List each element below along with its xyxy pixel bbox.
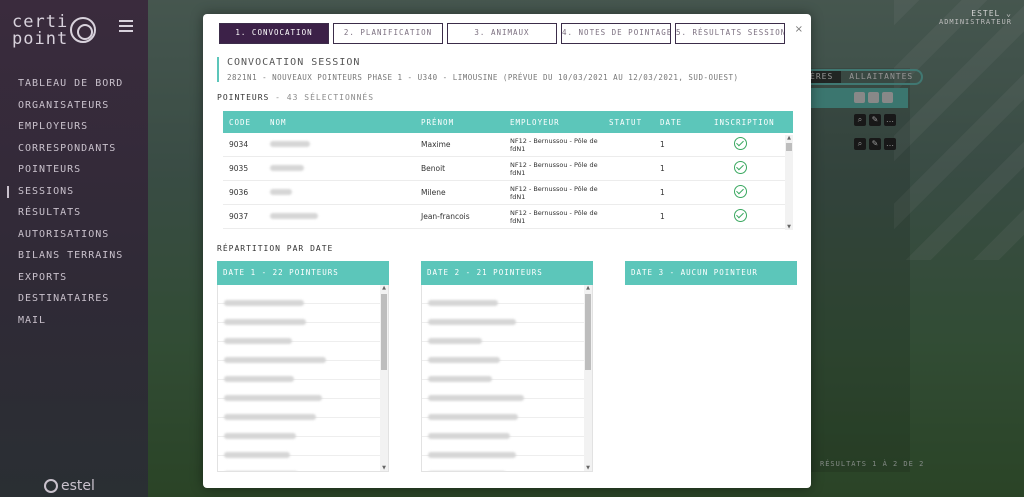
sidebar-item-2[interactable]: EMPLOYEURS — [0, 116, 148, 138]
date-1-header: DATE 1 - 22 POINTEURS — [217, 261, 389, 285]
cell-inscription — [714, 209, 784, 224]
list-item[interactable] — [218, 285, 388, 306]
date-2-count: - 21 POINTEURS — [460, 268, 543, 277]
cell-code: 9037 — [229, 212, 249, 221]
close-icon[interactable]: × — [795, 24, 803, 35]
sidebar-item-10[interactable]: DESTINATAIRES — [0, 288, 148, 310]
pointeurs-label: POINTEURS — [217, 93, 270, 102]
cell-code: 9035 — [229, 164, 249, 173]
sidebar-item-5[interactable]: SESSIONS — [0, 181, 148, 203]
sidebar-nav: TABLEAU DE BORD ORGANISATEURS EMPLOYEURS CO… — [0, 73, 148, 331]
date-2-panel: DATE 2 - 21 POINTEURS ▲ ▼ — [421, 261, 593, 472]
column-header[interactable]: STATUT — [609, 118, 660, 127]
session-header: CONVOCATION SESSION 2821N1 - NOUVEAUX PO… — [217, 57, 739, 82]
column-header[interactable]: NOM — [270, 118, 421, 127]
check-circle-icon[interactable] — [734, 137, 747, 150]
cell-nom-redacted — [270, 164, 421, 173]
sidebar-item-1[interactable]: ORGANISATEURS — [0, 95, 148, 117]
check-circle-icon[interactable] — [734, 185, 747, 198]
cell-nom-redacted — [270, 212, 421, 221]
cell-prenom: Jean-francois — [421, 212, 470, 221]
user-name[interactable]: ESTEL ⌄ — [939, 9, 1012, 18]
sidebar-item-6[interactable]: RÉSULTATS — [0, 202, 148, 224]
cell-date: 1 — [660, 212, 665, 221]
repartition-heading: RÉPARTITION PAR DATE — [217, 244, 334, 253]
check-circle-icon[interactable] — [734, 161, 747, 174]
user-role: ADMINISTRATEUR — [938, 18, 1012, 26]
cell-prenom: Maxime — [421, 140, 451, 149]
cell-date: 1 — [660, 164, 665, 173]
cell-employeur: NF12 - Bernussou - Pôle de fdN1 — [510, 136, 598, 153]
step-3-button[interactable]: 3. ANIMAUX — [447, 23, 557, 44]
table-row[interactable]: 9037 Jean-francois NF12 - Bernussou - Pôle… — [223, 205, 793, 229]
certipoint-logo[interactable]: certi point — [12, 14, 96, 50]
table-body: 9034 Maxime NF12 - Bernussou - Pôle de fdN… — [223, 133, 793, 229]
estel-brand: estel — [61, 478, 95, 494]
date-3-panel: DATE 3 - AUCUN POINTEUR — [625, 261, 797, 285]
column-header[interactable]: PRÉNOM — [421, 118, 510, 127]
cell-inscription — [714, 161, 784, 176]
cell-code: 9034 — [229, 140, 249, 149]
column-header[interactable]: EMPLOYEUR — [510, 118, 609, 127]
convocation-modal: × 1. CONVOCATION 2. PLANIFICATION 3. ANIMA… — [203, 14, 811, 488]
list-item[interactable] — [422, 285, 592, 306]
column-header[interactable]: CODE — [223, 118, 270, 127]
table-row[interactable]: 9035 Benoit NF12 - Bernussou - Pôle de fdN… — [223, 157, 793, 181]
table-row[interactable]: 9036 Milene NF12 - Bernussou - Pôle de fdN… — [223, 181, 793, 205]
table-row[interactable]: 9034 Maxime NF12 - Bernussou - Pôle de fdN… — [223, 133, 793, 157]
sidebar-item-11[interactable]: MAIL — [0, 310, 148, 332]
cell-prenom: Milene — [421, 188, 446, 197]
user-menu[interactable]: ESTEL ⌄ ADMINISTRATEUR — [939, 9, 1012, 26]
sidebar-item-0[interactable]: TABLEAU DE BORD — [0, 73, 148, 95]
check-circle-icon[interactable] — [734, 209, 747, 222]
estel-icon — [44, 479, 58, 493]
sidebar-item-3[interactable]: CORRESPONDANTS — [0, 138, 148, 160]
cell-nom-redacted — [270, 188, 421, 197]
date-2-scrollbar[interactable]: ▲ ▼ — [584, 285, 592, 471]
cell-employeur: NF12 - Bernussou - Pôle de fdN1 — [510, 160, 598, 177]
date-1-title: DATE 1 — [223, 268, 257, 277]
wizard-steps: 1. CONVOCATION 2. PLANIFICATION 3. ANIMAUX… — [219, 23, 785, 44]
step-5-button[interactable]: 5. RÉSULTATS SESSION — [675, 23, 785, 44]
date-3-title: DATE 3 — [631, 268, 665, 277]
cell-date: 1 — [660, 188, 665, 197]
step-2-button[interactable]: 2. PLANIFICATION — [333, 23, 443, 44]
modal-title: CONVOCATION SESSION — [227, 57, 361, 68]
sidebar-item-8[interactable]: BILANS TERRAINS — [0, 245, 148, 267]
sidebar-item-4[interactable]: POINTEURS — [0, 159, 148, 181]
step-4-button[interactable]: 4. NOTES DE POINTAGE — [561, 23, 671, 44]
cell-prenom: Benoit — [421, 164, 446, 173]
sidebar-item-9[interactable]: EXPORTS — [0, 267, 148, 289]
date-2-title: DATE 2 — [427, 268, 461, 277]
date-1-count: - 22 POINTEURS — [256, 268, 339, 277]
cell-nom-redacted — [270, 140, 421, 149]
sidebar-item-7[interactable]: AUTORISATIONS — [0, 224, 148, 246]
cell-inscription — [714, 185, 784, 200]
date-3-count: - AUCUN POINTEUR — [664, 268, 758, 277]
date-2-header: DATE 2 - 21 POINTEURS — [421, 261, 593, 285]
pointeurs-heading: POINTEURS - 43 SÉLECTIONNÉS — [217, 93, 374, 102]
column-header[interactable]: INSCRIPTION — [714, 118, 784, 127]
date-1-scrollbar[interactable]: ▲ ▼ — [380, 285, 388, 471]
step-1-button[interactable]: 1. CONVOCATION — [219, 23, 329, 44]
date-1-panel: DATE 1 - 22 POINTEURS ▲ ▼ — [217, 261, 389, 472]
table-header: CODE NOM PRÉNOM EMPLOYEUR STATUT DATE INSCRIPT… — [223, 111, 793, 133]
cell-employeur: NF12 - Bernussou - Pôle de fdN1 — [510, 208, 598, 225]
pointeurs-table: CODE NOM PRÉNOM EMPLOYEUR STATUT DATE INSCRIPT… — [223, 111, 793, 230]
menu-icon[interactable] — [119, 20, 133, 32]
cell-code: 9036 — [229, 188, 249, 197]
table-scrollbar[interactable]: ▲ ▼ — [785, 135, 793, 230]
cell-inscription — [714, 137, 784, 152]
date-3-header: DATE 3 - AUCUN POINTEUR — [625, 261, 797, 285]
pointeurs-count: - 43 SÉLECTIONNÉS — [269, 93, 375, 102]
cell-date: 1 — [660, 140, 665, 149]
cell-employeur: NF12 - Bernussou - Pôle de fdN1 — [510, 184, 598, 201]
date-2-list: ▲ ▼ — [421, 285, 593, 472]
logo-ring-icon — [70, 17, 96, 43]
sidebar: certi point TABLEAU DE BORD ORGANISATEURS… — [0, 0, 148, 497]
session-subtitle: 2821N1 - NOUVEAUX POINTEURS PHASE 1 - U3… — [227, 73, 739, 82]
date-1-list: ▲ ▼ — [217, 285, 389, 472]
estel-logo: estel — [44, 478, 95, 494]
column-header[interactable]: DATE — [660, 118, 714, 127]
